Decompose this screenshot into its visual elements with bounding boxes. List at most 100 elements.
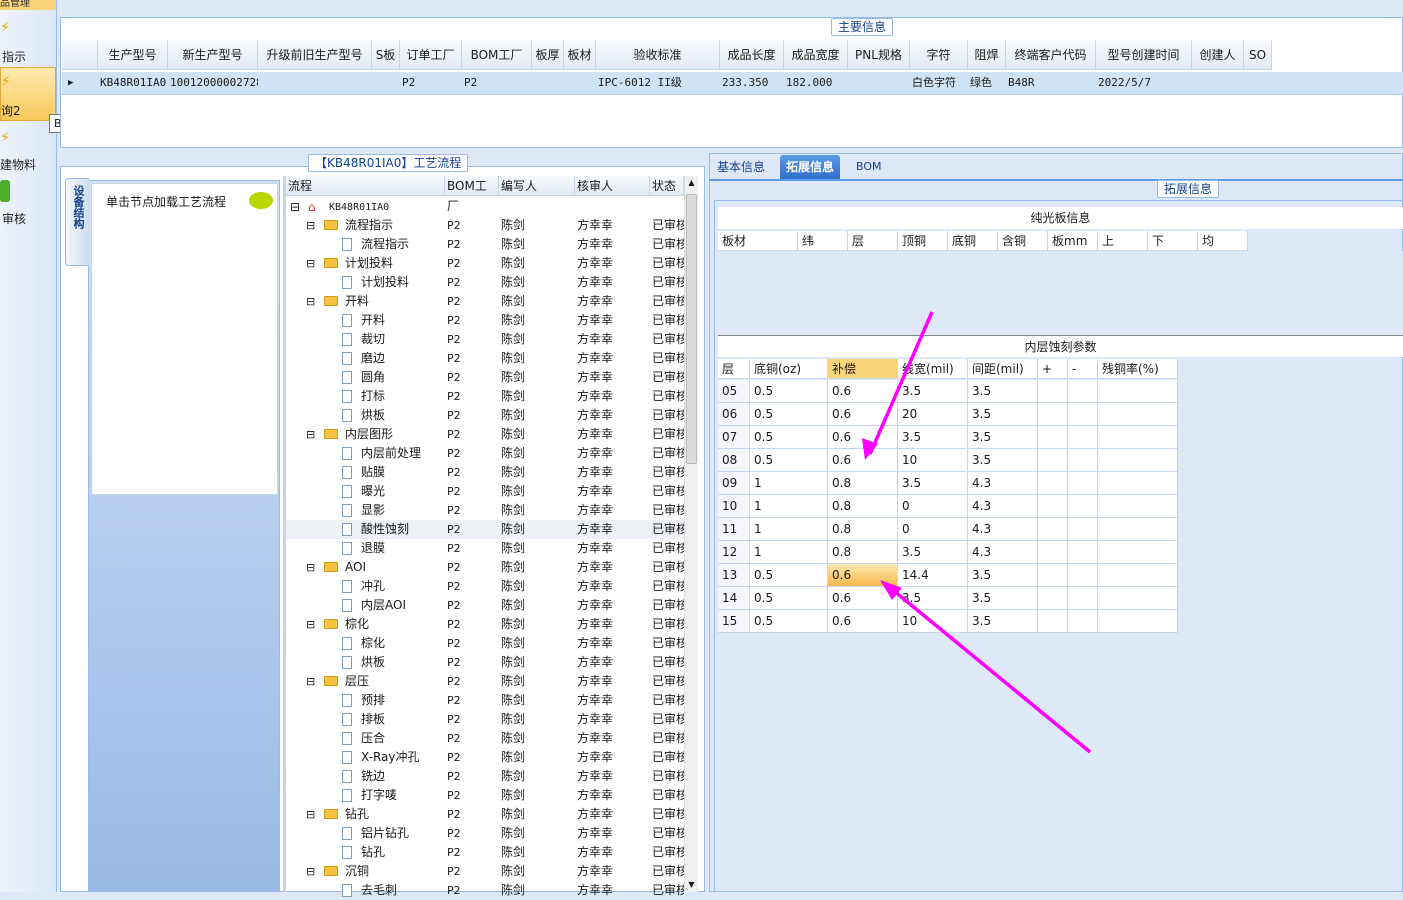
grid-cell[interactable]: P2 [462,72,532,94]
grid-cell[interactable] [258,72,372,94]
etch-cell[interactable]: 0.6 [828,380,898,403]
etch-cell[interactable]: 4.3 [968,472,1038,495]
etch-cell[interactable]: 3.5 [898,541,968,564]
etch-cell[interactable] [1098,472,1178,495]
etch-cell[interactable]: 10 [898,610,968,633]
etch-cell[interactable] [1098,426,1178,449]
etch-cell[interactable]: 1 [750,472,828,495]
tree-row[interactable]: 打字唛 P2 陈剑 方幸幸 已审核 [286,786,684,805]
side-tab-structure[interactable]: 设备结构 [65,178,89,266]
tree-row[interactable]: 开料 P2 陈剑 方幸幸 已审核 [286,311,684,330]
nav-item-material[interactable]: 建物料 [0,156,56,173]
tab-basic-info[interactable]: 基本信息 [711,155,771,179]
column-header[interactable]: 板材 [564,40,596,70]
etch-cell[interactable]: 0.5 [750,449,828,472]
grid-cell[interactable] [1192,72,1244,94]
column-header[interactable]: 阻焊 [968,40,1006,70]
etch-cell[interactable]: 0 [898,495,968,518]
collapse-icon[interactable]: ⊟ [306,216,315,235]
tree-row[interactable]: 裁切 P2 陈剑 方幸幸 已审核 [286,330,684,349]
tree-row[interactable]: 流程指示 P2 陈剑 方幸幸 已审核 [286,235,684,254]
etch-cell[interactable]: 14.4 [898,564,968,587]
etch-cell[interactable] [1038,380,1068,403]
tree-row[interactable]: ⊟ 层压 P2 陈剑 方幸幸 已审核 [286,672,684,691]
etch-cell[interactable]: 0.8 [828,518,898,541]
column-header[interactable]: 字符 [910,40,968,70]
column-header[interactable]: 验收标准 [596,40,720,70]
column-header[interactable]: 成品宽度 [784,40,848,70]
tree-column-header[interactable]: 核审人 [575,176,650,196]
etch-cell[interactable]: 1 [750,541,828,564]
grid-cell[interactable] [848,72,910,94]
column-header[interactable]: PNL规格 [848,40,910,70]
etch-cell[interactable]: 0.6 [828,587,898,610]
etch-cell[interactable]: 09 [718,472,750,495]
column-header[interactable]: 创建人 [1192,40,1244,70]
etch-cell[interactable] [1038,403,1068,426]
etch-cell[interactable]: 3.5 [968,426,1038,449]
etch-cell[interactable] [1038,541,1068,564]
etch-cell[interactable]: 3.5 [968,403,1038,426]
tree-row[interactable]: 铣边 P2 陈剑 方幸幸 已审核 [286,767,684,786]
tree-row[interactable]: 内层前处理 P2 陈剑 方幸幸 已审核 [286,444,684,463]
tree-scrollbar[interactable]: ▲ ▼ [684,176,698,892]
etch-cell[interactable]: 3.5 [968,587,1038,610]
etch-cell[interactable] [1098,403,1178,426]
tree-row[interactable]: ⊟ AOI P2 陈剑 方幸幸 已审核 [286,558,684,577]
etch-column-header[interactable]: 底铜(oz) [750,359,828,379]
grid-cell[interactable] [1244,72,1272,94]
tree-row[interactable]: 去毛刺 P2 陈剑 方幸幸 已审核 [286,881,684,900]
collapse-icon[interactable]: ⊟ [306,425,315,444]
etch-cell[interactable]: 0.5 [750,426,828,449]
tree-row[interactable]: 烘板 P2 陈剑 方幸幸 已审核 [286,406,684,425]
etch-cell[interactable] [1068,587,1098,610]
plain-board-column-header[interactable]: 纬 [798,231,848,251]
etch-cell[interactable]: 0.8 [828,472,898,495]
etch-cell[interactable] [1038,472,1068,495]
etch-column-header[interactable]: 残铜率(%) [1098,359,1178,379]
tree-row[interactable]: 磨边 P2 陈剑 方幸幸 已审核 [286,349,684,368]
etch-cell[interactable] [1098,449,1178,472]
tree-row[interactable]: ⊟ 钻孔 P2 陈剑 方幸幸 已审核 [286,805,684,824]
etch-cell[interactable]: 3.5 [898,426,968,449]
etch-cell[interactable] [1038,449,1068,472]
etch-cell[interactable]: 10 [718,495,750,518]
grid-cell[interactable]: 2022/5/7 [1096,72,1192,94]
nav-top-item[interactable]: 品管理 [0,0,56,10]
column-header[interactable]: S板 [372,40,400,70]
collapse-icon[interactable]: ⊟ [306,672,315,691]
tree-row[interactable]: ⊟ 沉铜 P2 陈剑 方幸幸 已审核 [286,862,684,881]
etch-cell[interactable]: 11 [718,518,750,541]
nav-item-instruction[interactable]: 指示 [0,48,56,65]
tree-row[interactable]: 铝片钻孔 P2 陈剑 方幸幸 已审核 [286,824,684,843]
grid-cell[interactable]: 10012000002728 [168,72,258,94]
tree-row[interactable]: ⊟ 流程指示 P2 陈剑 方幸幸 已审核 [286,216,684,235]
etch-cell[interactable]: 3.5 [968,610,1038,633]
tree-row[interactable]: 退膜 P2 陈剑 方幸幸 已审核 [286,539,684,558]
grid-cell[interactable] [532,72,564,94]
column-header[interactable]: SO [1244,40,1272,70]
grid-cell[interactable] [372,72,400,94]
tree-root[interactable]: ⊟ ⌂ KB48R01IA0 [286,198,684,217]
etch-column-header[interactable]: 间距(mil) [968,359,1038,379]
tree-column-header[interactable]: 状态 [650,176,684,196]
etch-cell[interactable]: 15 [718,610,750,633]
etch-cell[interactable]: 10 [898,449,968,472]
grid-cell[interactable]: KB48R01IA0 [98,72,168,94]
etch-cell[interactable]: 0.6 [828,564,898,587]
plain-board-column-header[interactable]: 层 [848,231,898,251]
tree-row[interactable]: 酸性蚀刻 P2 陈剑 方幸幸 已审核 [286,520,684,539]
etch-cell[interactable]: 0.8 [828,495,898,518]
main-grid-row[interactable]: ▶ KB48R01IA0 10012000002728 P2 P2 IPC-6012 II… [62,72,1403,95]
column-header[interactable]: 新生产型号 [168,40,258,70]
etch-cell[interactable]: 0.6 [828,449,898,472]
grid-cell[interactable]: IPC-6012 II级 [596,72,720,94]
tree-row[interactable]: 烘板 P2 陈剑 方幸幸 已审核 [286,653,684,672]
grid-cell[interactable]: 233.350 [720,72,784,94]
tree-row[interactable]: 棕化 P2 陈剑 方幸幸 已审核 [286,634,684,653]
etch-cell[interactable]: 0.5 [750,403,828,426]
etch-cell[interactable] [1068,610,1098,633]
tree-row[interactable]: ⊟ 棕化 P2 陈剑 方幸幸 已审核 [286,615,684,634]
etch-cell[interactable] [1098,564,1178,587]
tree-row[interactable]: ⊟ 计划投料 P2 陈剑 方幸幸 已审核 [286,254,684,273]
